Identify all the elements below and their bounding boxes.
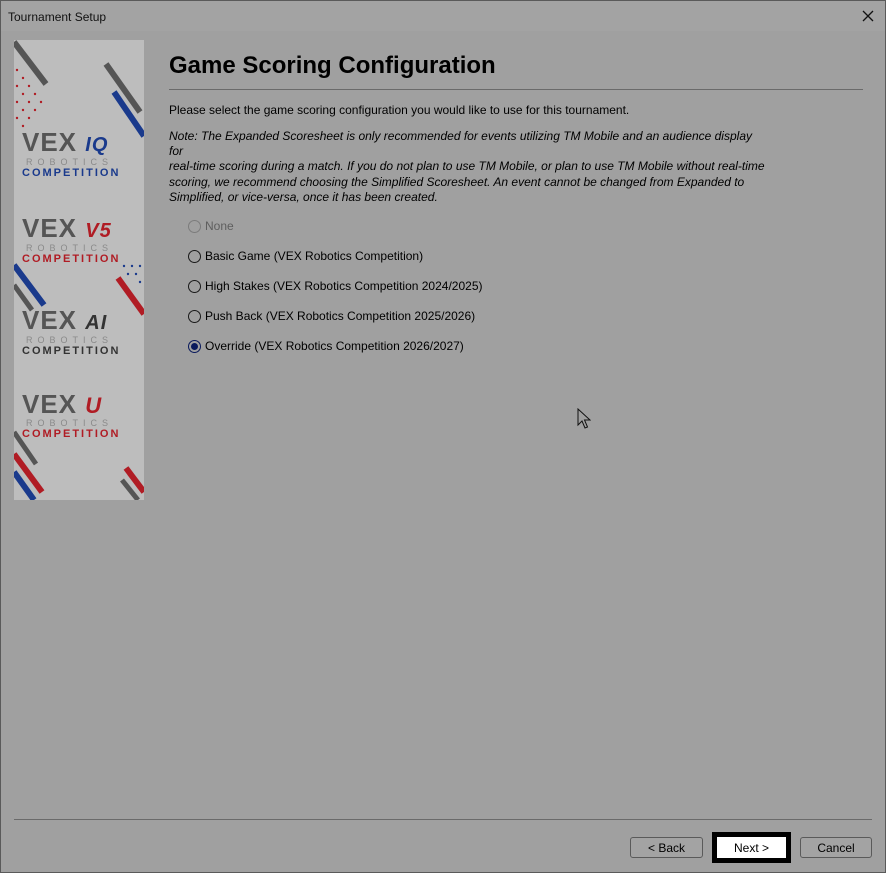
window-title: Tournament Setup xyxy=(8,10,107,24)
logo-vex-text: VEX xyxy=(22,127,78,157)
radio-override[interactable] xyxy=(188,340,201,353)
radio-basic-game[interactable] xyxy=(188,250,201,263)
option-push-back[interactable]: Push Back (VEX Robotics Competition 2025… xyxy=(188,309,482,339)
vex-iq-logo: VEX IQ ROBOTICS COMPETITION xyxy=(22,127,142,179)
note-line: Simplified, or vice-versa, once it has b… xyxy=(169,189,438,204)
logo-robotics-text: ROBOTICS xyxy=(26,157,114,167)
logo-robotics-text: ROBOTICS xyxy=(26,418,114,428)
option-label: Push Back (VEX Robotics Competition 2025… xyxy=(205,309,476,323)
radio-none[interactable] xyxy=(188,220,201,233)
vex-v5-logo: VEX V5 ROBOTICS COMPETITION xyxy=(22,213,142,265)
option-override[interactable]: Override (VEX Robotics Competition 2026/… xyxy=(188,339,482,369)
note-line: Note: The Expanded Scoresheet is only re… xyxy=(169,129,752,159)
cancel-button[interactable]: Cancel xyxy=(800,837,872,858)
logo-robotics-text: ROBOTICS xyxy=(26,243,114,253)
vex-programs-banner: VEX IQ ROBOTICS COMPETITION VEX V5 ROBOT… xyxy=(14,40,144,500)
logo-vex-text: VEX xyxy=(22,389,78,419)
note-line: real-time scoring during a match. If you… xyxy=(169,159,765,174)
close-icon xyxy=(862,10,874,22)
logo-competition-text: COMPETITION xyxy=(22,345,121,357)
vex-u-logo: VEX U ROBOTICS COMPETITION xyxy=(22,389,142,440)
logo-suffix: V5 xyxy=(85,220,112,242)
logo-vex-text: VEX xyxy=(22,305,78,335)
next-button[interactable]: Next > xyxy=(712,832,791,863)
option-label: Override (VEX Robotics Competition 2026/… xyxy=(205,339,464,353)
title-divider xyxy=(169,89,863,90)
option-label: High Stakes (VEX Robotics Competition 20… xyxy=(205,279,483,293)
title-bar: Tournament Setup xyxy=(1,1,885,31)
radio-high-stakes[interactable] xyxy=(188,280,201,293)
close-button[interactable] xyxy=(855,4,881,28)
footer-divider xyxy=(14,819,872,820)
back-button[interactable]: < Back xyxy=(630,837,703,858)
option-high-stakes[interactable]: High Stakes (VEX Robotics Competition 20… xyxy=(188,279,482,309)
logo-suffix: U xyxy=(85,393,103,418)
logo-robotics-text: ROBOTICS xyxy=(26,335,114,345)
note-line: scoring, we recommend choosing the Simpl… xyxy=(169,174,745,189)
logo-competition-text: COMPETITION xyxy=(22,428,121,440)
logo-competition-text: COMPETITION xyxy=(22,253,121,265)
mouse-pointer-icon xyxy=(577,408,591,429)
radio-push-back[interactable] xyxy=(188,310,201,323)
logo-suffix: AI xyxy=(85,312,108,334)
tournament-setup-window: Tournament Setup VEX IQ ROBOTICS COMPETI… xyxy=(0,0,886,873)
vex-ai-logo: VEX AI ROBOTICS COMPETITION xyxy=(22,305,142,357)
option-label: None xyxy=(205,219,234,233)
scoring-config-options: None Basic Game (VEX Robotics Competitio… xyxy=(188,219,482,369)
option-basic-game[interactable]: Basic Game (VEX Robotics Competition) xyxy=(188,249,482,279)
logo-competition-text: COMPETITION xyxy=(22,167,121,179)
option-label: Basic Game (VEX Robotics Competition) xyxy=(205,249,424,263)
scoresheet-note: Note: The Expanded Scoresheet is only re… xyxy=(169,129,769,205)
logo-suffix: IQ xyxy=(85,134,109,156)
logo-vex-text: VEX xyxy=(22,213,78,243)
intro-text: Please select the game scoring configura… xyxy=(169,103,630,117)
page-title: Game Scoring Configuration xyxy=(169,52,496,79)
option-none[interactable]: None xyxy=(188,219,482,249)
